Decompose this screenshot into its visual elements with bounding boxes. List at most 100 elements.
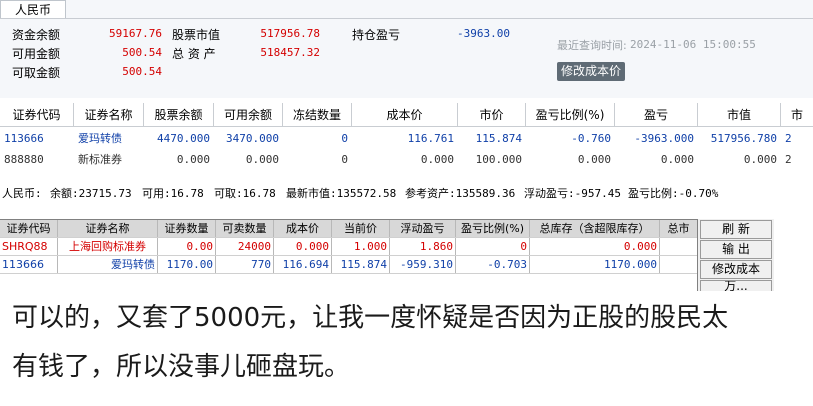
col-cost[interactable]: 成本价 [352, 103, 458, 127]
cell-market-value: 0.000 [743, 153, 777, 166]
cell-floating-pnl: 1.860 [390, 238, 456, 255]
col-code[interactable]: 证券代码 [0, 220, 58, 237]
col-balance[interactable]: 股票余额 [144, 103, 214, 127]
table-row[interactable]: 113666 爱玛转债 1170.00 770 116.694 115.874 … [0, 256, 697, 274]
cell-total-market [660, 256, 697, 273]
cell-sellable: 770 [216, 256, 274, 273]
col-price[interactable]: 当前价 [332, 220, 390, 237]
col-market-value[interactable]: 市值 [698, 103, 781, 127]
edit-cost-button[interactable]: 修改成本价 [557, 62, 625, 81]
account-panel-new-ui: 人民币 资金余额 59167.76 可用金额 500.54 可取金额 500.5… [0, 0, 813, 178]
col-sellable[interactable]: 可卖数量 [216, 220, 274, 237]
cell-market: 2 [785, 153, 792, 166]
status-withdrawable: 可取:16.78 [214, 187, 276, 200]
col-qty[interactable]: 证券数量 [158, 220, 216, 237]
col-pnl-ratio[interactable]: 盈亏比例(%) [456, 220, 530, 237]
cell-frozen: 0 [341, 153, 348, 166]
cell-qty: 0.00 [158, 238, 216, 255]
cell-pnl-ratio: 0 [456, 238, 530, 255]
cell-name: 爱玛转债 [58, 256, 158, 273]
table-header-row: 证券代码 证券名称 股票余额 可用余额 冻结数量 成本价 市价 盈亏比例(%) … [0, 103, 813, 127]
col-total-market[interactable]: 总市 [660, 220, 697, 237]
col-pnl[interactable]: 盈亏 [615, 103, 698, 127]
last-query-time: 2024-11-06 15:00:55 [630, 38, 756, 51]
cell-name: 上海回购标准券 [58, 238, 158, 255]
col-name[interactable]: 证券名称 [74, 103, 144, 127]
cell-pnl: -3963.000 [634, 132, 694, 145]
cell-code: SHRQ88 [0, 238, 58, 255]
col-code[interactable]: 证券代码 [0, 103, 74, 127]
status-available: 可用:16.78 [142, 187, 204, 200]
status-floating-pnl: 浮动盈亏:-957.45 [524, 187, 621, 200]
status-balance: 余额:23715.73 [50, 187, 132, 200]
cell-cost: 116.761 [407, 132, 454, 145]
cell-price: 100.000 [475, 153, 522, 166]
col-available[interactable]: 可用余额 [214, 103, 283, 127]
cell-pnl-ratio: -0.703 [456, 256, 530, 273]
available-value: 500.54 [122, 46, 162, 59]
cell-sellable: 24000 [216, 238, 274, 255]
col-cost[interactable]: 成本价 [274, 220, 332, 237]
col-floating-pnl[interactable]: 浮动盈亏 [390, 220, 456, 237]
cell-floating-pnl: -959.310 [390, 256, 456, 273]
action-button-column: 刷 新 输 出 修改成本 万... [697, 219, 774, 292]
cell-price: 1.000 [332, 238, 390, 255]
col-price[interactable]: 市价 [458, 103, 526, 127]
cash-balance-label: 资金余额 [12, 28, 61, 42]
cell-code: 113666 [0, 256, 58, 273]
col-total-inventory[interactable]: 总库存（含超限库存） [530, 220, 660, 237]
total-assets-label: 总 资 产 [172, 47, 216, 61]
account-panel-old-ui: 人民币: 余额:23715.73 可用:16.78 可取:16.78 最新市值:… [0, 179, 813, 292]
cell-frozen: 0 [341, 132, 348, 145]
grid-header-row: 证券代码 证券名称 证券数量 可卖数量 成本价 当前价 浮动盈亏 盈亏比例(%)… [0, 220, 697, 238]
export-button[interactable]: 输 出 [700, 240, 772, 259]
post-caption: 可以的，又套了5000元，让我一度怀疑是否因为正股的股民太 有钱了，所以没事儿砸… [0, 291, 813, 406]
col-name[interactable]: 证券名称 [58, 220, 158, 237]
col-frozen[interactable]: 冻结数量 [283, 103, 352, 127]
cell-available: 0.000 [245, 153, 279, 166]
withdrawable-label: 可取金额 [12, 66, 61, 80]
cell-pnl-ratio: -0.760 [571, 132, 611, 145]
table-row[interactable]: 113666 爱玛转债 4470.000 3470.000 0 116.761 … [0, 128, 813, 149]
col-pnl-ratio[interactable]: 盈亏比例(%) [526, 103, 615, 127]
cell-balance: 0.000 [176, 153, 210, 166]
position-pnl-label: 持仓盈亏 [352, 28, 401, 42]
cell-cost: 116.694 [274, 256, 332, 273]
position-pnl-value: -3963.00 [457, 27, 510, 40]
status-ref-assets: 参考资产:135589.36 [405, 187, 516, 200]
cell-pnl-ratio: 0.000 [577, 153, 611, 166]
cell-price: 115.874 [332, 256, 390, 273]
cell-balance: 4470.000 [157, 132, 210, 145]
cell-market: 2 [785, 132, 792, 145]
last-query-label: 最近查询时间: [557, 39, 627, 52]
stock-value-value: 517956.78 [260, 27, 320, 40]
cell-cost: 0.000 [420, 153, 454, 166]
status-bar: 人民币: 余额:23715.73 可用:16.78 可取:16.78 最新市值:… [0, 179, 760, 209]
table-row[interactable]: 888880 新标准券 0.000 0.000 0 0.000 100.000 … [0, 149, 813, 170]
cell-market-value: 517956.780 [710, 132, 777, 145]
cell-pnl: 0.000 [660, 153, 694, 166]
cash-balance-value: 59167.76 [109, 27, 162, 40]
cell-total-inventory: 1170.000 [530, 256, 660, 273]
status-pnl-ratio: 盈亏比例:-0.70% [628, 187, 719, 200]
positions-grid: 证券代码 证券名称 证券数量 可卖数量 成本价 当前价 浮动盈亏 盈亏比例(%)… [0, 219, 697, 292]
tab-rmb[interactable]: 人民币 [0, 0, 66, 19]
caption-line-1: 可以的，又套了5000元，让我一度怀疑是否因为正股的股民太 [12, 303, 729, 333]
cell-name: 爱玛转债 [78, 132, 122, 145]
refresh-button[interactable]: 刷 新 [700, 220, 772, 239]
edit-cost-button-2[interactable]: 修改成本 [700, 260, 772, 279]
tab-divider [0, 18, 813, 19]
cell-price: 115.874 [475, 132, 522, 145]
cell-total-market [660, 238, 697, 255]
col-market[interactable]: 市 [781, 103, 813, 127]
cell-available: 3470.000 [226, 132, 279, 145]
table-row[interactable]: SHRQ88 上海回购标准券 0.00 24000 0.000 1.000 1.… [0, 238, 697, 256]
status-currency: 人民币: [2, 187, 42, 200]
stock-value-label: 股票市值 [172, 28, 221, 42]
total-assets-value: 518457.32 [260, 46, 320, 59]
caption-line-2: 有钱了，所以没事儿砸盘玩。 [12, 352, 351, 382]
cell-total-inventory: 0.000 [530, 238, 660, 255]
cell-cost: 0.000 [274, 238, 332, 255]
status-latest-value: 最新市值:135572.58 [286, 187, 397, 200]
cell-code: 888880 [4, 153, 44, 166]
